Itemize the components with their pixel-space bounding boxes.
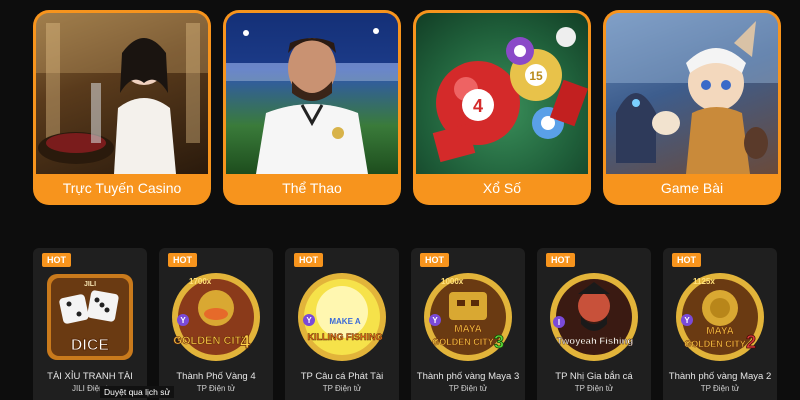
category-card-lottery[interactable]: 4 15 Xổ Số (413, 10, 591, 205)
game-tile[interactable]: HOT I Twoyeah Fishing TP Nhị Gia bắn cá … (537, 248, 651, 400)
svg-text:4: 4 (240, 332, 250, 352)
maya-golden-city-3-icon: 1000x Y MAYA GOLDEN CITY 3 (423, 272, 513, 362)
page: Trực Tuyến Casino Thể Thao 4 15 Xổ Số Ga… (0, 0, 800, 400)
svg-text:15: 15 (529, 69, 543, 83)
category-card-sports[interactable]: Thể Thao (223, 10, 401, 205)
game-name: TP Câu cá Phát Tài (300, 371, 384, 382)
game-provider: TP Điện tử (196, 384, 236, 393)
game-tile[interactable]: HOT Y MAKE A KILLING FISHING TP Câu cá P… (285, 248, 399, 400)
casino-dealer-image (36, 13, 208, 174)
game-grid: HOT JILI DICE TÀI XỈU TRANH TÀI JILI Điệ… (33, 248, 778, 400)
hot-badge: HOT (672, 253, 701, 267)
svg-text:KILLING FISHING: KILLING FISHING (308, 332, 383, 342)
svg-text:Y: Y (432, 316, 438, 325)
maya-golden-city-2-icon: 1125x Y MAYA GOLDEN CITY 2 (675, 272, 765, 362)
hot-badge: HOT (420, 253, 449, 267)
game-tile[interactable]: HOT 1125x Y MAYA GOLDEN CITY 2 Thành phố… (663, 248, 777, 400)
svg-text:Y: Y (684, 316, 690, 325)
hot-badge: HOT (168, 253, 197, 267)
game-name: TP Nhị Gia bắn cá (555, 371, 633, 382)
game-name: Thành phố vàng Maya 3 (416, 371, 520, 382)
svg-text:MAYA: MAYA (454, 324, 482, 335)
svg-text:1125x: 1125x (693, 277, 715, 286)
svg-text:GOLDEN CITY: GOLDEN CITY (432, 337, 494, 347)
svg-text:3: 3 (494, 332, 504, 352)
game-name: TÀI XỈU TRANH TÀI (47, 371, 133, 382)
game-name: Thành Phố Vàng 4 (176, 371, 256, 382)
hot-badge: HOT (294, 253, 323, 267)
svg-text:Y: Y (306, 316, 312, 325)
fantasy-character-image (606, 13, 778, 174)
game-tile[interactable]: HOT 1000x Y MAYA GOLDEN CITY 3 Thành phố… (411, 248, 525, 400)
game-tile[interactable]: HOT JILI DICE TÀI XỈU TRANH TÀI JILI Điệ… (33, 248, 147, 400)
game-tile[interactable]: HOT 1700x Y GOLDEN CITY 4 Thành Phố Vàng… (159, 248, 273, 400)
svg-text:4: 4 (473, 96, 483, 116)
hot-badge: HOT (546, 253, 575, 267)
category-card-card-games[interactable]: Game Bài (603, 10, 781, 205)
category-card-casino[interactable]: Trực Tuyến Casino (33, 10, 211, 205)
hot-badge: HOT (42, 253, 71, 267)
dice-game-icon: JILI DICE (45, 272, 135, 362)
svg-text:1700x: 1700x (189, 277, 212, 286)
svg-text:GOLDEN CITY: GOLDEN CITY (684, 339, 746, 349)
category-label: Thể Thao (282, 180, 342, 196)
game-provider: TP Điện tử (700, 384, 740, 393)
category-label: Trực Tuyến Casino (62, 180, 182, 196)
golden-city-4-icon: 1700x Y GOLDEN CITY 4 (171, 272, 261, 362)
svg-text:GOLDEN CITY: GOLDEN CITY (173, 335, 249, 347)
game-provider: TP Điện tử (574, 384, 614, 393)
jili-logo: JILI (84, 281, 96, 288)
twoyeah-fishing-icon: I Twoyeah Fishing (549, 272, 639, 362)
category-label: Game Bài (660, 180, 724, 196)
lottery-balls-image: 4 15 (416, 13, 588, 174)
category-label: Xổ Số (482, 180, 522, 196)
svg-text:MAKE A: MAKE A (329, 317, 360, 326)
history-tooltip: Duyệt qua lịch sử (100, 386, 175, 398)
game-provider: TP Điện tử (448, 384, 488, 393)
svg-text:Twoyeah Fishing: Twoyeah Fishing (557, 336, 634, 347)
game-provider: TP Điện tử (322, 384, 362, 393)
svg-text:MAYA: MAYA (706, 326, 734, 337)
svg-text:DICE: DICE (71, 337, 110, 354)
category-row: Trực Tuyến Casino Thể Thao 4 15 Xổ Số Ga… (33, 10, 781, 205)
svg-text:I: I (558, 318, 560, 327)
football-player-image (226, 13, 398, 174)
svg-text:Y: Y (180, 316, 186, 325)
killing-fishing-icon: Y MAKE A KILLING FISHING (297, 272, 387, 362)
game-name: Thành phố vàng Maya 2 (668, 371, 772, 382)
svg-text:2: 2 (746, 332, 756, 352)
svg-text:1000x: 1000x (441, 277, 464, 286)
